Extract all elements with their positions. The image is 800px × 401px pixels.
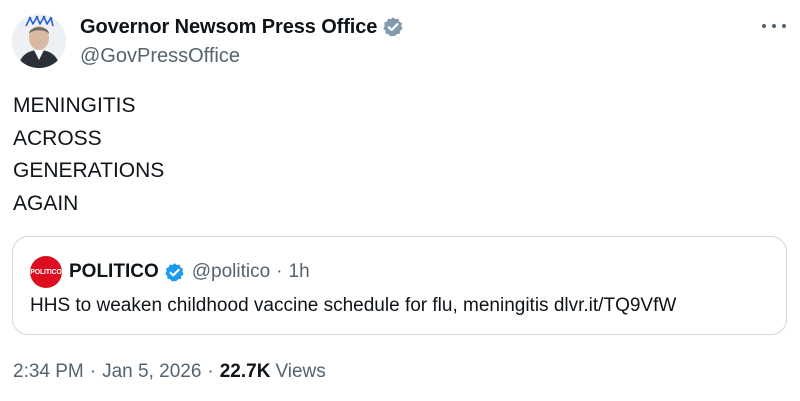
politico-logo[interactable]: POLITICO bbox=[30, 256, 62, 288]
quoted-tweet-text: HHS to weaken childhood vaccine schedule… bbox=[30, 295, 677, 316]
views-label: Views bbox=[275, 361, 326, 382]
tweet-metadata: 2:34 PM · Jan 5, 2026 · 22.7K Views bbox=[13, 361, 326, 383]
politico-logo-text: POLITICO bbox=[30, 268, 62, 276]
meta-separator: · bbox=[89, 361, 97, 382]
more-options-icon[interactable] bbox=[762, 18, 786, 34]
tweet-text-line: GENERATIONS bbox=[13, 159, 165, 182]
tweet-text-line: ACROSS bbox=[13, 126, 102, 150]
quoted-separator: · bbox=[276, 261, 283, 282]
more-dot bbox=[762, 24, 766, 28]
tweet-text-line: AGAIN bbox=[13, 191, 79, 215]
tweet-text: MENINGITIS ACROSS GENERATIONS AGAIN bbox=[13, 90, 164, 220]
author-handle[interactable]: @GovPressOffice bbox=[80, 44, 404, 68]
quoted-display-name[interactable]: POLITICO bbox=[69, 261, 159, 283]
more-dot bbox=[782, 24, 786, 28]
tweet-text-line: MENINGITIS bbox=[13, 94, 136, 117]
blue-verified-icon bbox=[164, 262, 185, 283]
tweet-card: Governor Newsom Press Office @GovPressOf… bbox=[0, 0, 800, 401]
author-avatar[interactable] bbox=[12, 14, 66, 68]
more-dot bbox=[772, 24, 776, 28]
quoted-timestamp[interactable]: 1h bbox=[289, 261, 310, 283]
tweet-date[interactable]: Jan 5, 2026 bbox=[102, 361, 201, 383]
quoted-handle[interactable]: @politico bbox=[192, 261, 270, 283]
avatar-portrait-icon bbox=[12, 14, 66, 68]
grey-verified-icon bbox=[382, 16, 404, 38]
quoted-tweet[interactable]: POLITICO POLITICO @politico · 1h HHS to … bbox=[12, 236, 787, 335]
quoted-tweet-header: POLITICO POLITICO @politico · 1h bbox=[30, 256, 310, 288]
tweet-time[interactable]: 2:34 PM bbox=[13, 361, 84, 383]
author-display-name[interactable]: Governor Newsom Press Office bbox=[80, 16, 377, 39]
views-count[interactable]: 22.7K bbox=[220, 361, 271, 383]
author-name-row: Governor Newsom Press Office bbox=[80, 14, 404, 40]
author-block: Governor Newsom Press Office @GovPressOf… bbox=[80, 14, 404, 68]
meta-separator: · bbox=[207, 361, 214, 382]
